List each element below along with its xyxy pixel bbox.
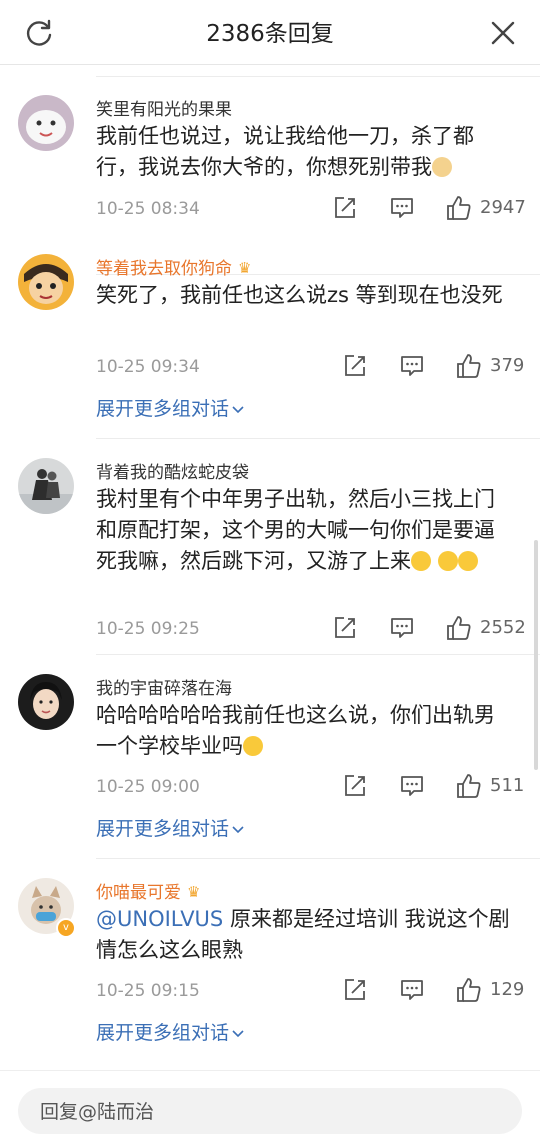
divider xyxy=(96,438,540,439)
close-icon[interactable] xyxy=(488,18,518,48)
comment-icon[interactable] xyxy=(399,773,425,801)
timestamp: 10-25 09:25 xyxy=(96,619,200,639)
reply-input[interactable] xyxy=(38,1088,502,1136)
crown-icon: ♛ xyxy=(238,259,252,277)
verified-badge-icon: v xyxy=(56,918,76,938)
mention-link[interactable]: @UNOILVUS xyxy=(96,907,223,931)
reply-bar xyxy=(0,1070,540,1145)
share-icon[interactable] xyxy=(342,773,368,801)
smirk-emoji-icon xyxy=(437,551,458,571)
reply-box[interactable] xyxy=(18,1088,522,1136)
like-icon[interactable] xyxy=(456,352,482,380)
share-icon[interactable] xyxy=(342,977,368,1005)
divider xyxy=(96,76,540,77)
username[interactable]: 笑里有阳光的果果 xyxy=(96,95,232,120)
smirk-emoji-icon xyxy=(411,551,431,571)
expand-more-link[interactable]: 展开更多组对话 xyxy=(96,814,245,841)
like-icon[interactable] xyxy=(446,614,472,642)
comment-text: 笑死了，我前任也这么说zs 等到现在也没死 xyxy=(96,283,503,307)
username[interactable]: 背着我的酷炫蛇皮袋 xyxy=(96,458,249,483)
header: 2386条回复 xyxy=(0,0,540,65)
expand-more-link[interactable]: 展开更多组对话 xyxy=(96,1018,245,1045)
like-count: 2552 xyxy=(480,617,526,638)
comment-text: 我前任也说过，说让我给他一刀，杀了都行，我说去你大爷的，你想死别带我 xyxy=(96,124,474,179)
smirk-emoji-icon xyxy=(457,551,478,571)
like-count: 129 xyxy=(490,979,525,1000)
like-icon[interactable] xyxy=(456,772,482,800)
avatar[interactable] xyxy=(18,254,74,310)
like-count: 379 xyxy=(490,355,525,376)
chevron-down-icon xyxy=(232,1030,244,1038)
timestamp: 10-25 09:00 xyxy=(96,777,200,797)
username[interactable]: 我的宇宙碎落在海 xyxy=(96,674,232,699)
divider xyxy=(96,858,540,859)
comment-text: 我村里有个中年男子出轨，然后小三找上门和原配打架，这个男的大喊一句你们是要逼死我… xyxy=(96,487,495,573)
like-icon[interactable] xyxy=(456,976,482,1004)
crown-icon: ♛ xyxy=(187,883,201,901)
username[interactable]: 等着我去取你狗命 ♛ xyxy=(96,254,251,279)
avatar[interactable] xyxy=(18,95,74,151)
share-icon[interactable] xyxy=(332,195,358,223)
comment-icon[interactable] xyxy=(389,615,415,643)
username[interactable]: 你喵最可爱 ♛ xyxy=(96,878,200,903)
chevron-down-icon xyxy=(232,826,244,834)
like-icon[interactable] xyxy=(446,194,472,222)
timestamp: 10-25 09:34 xyxy=(96,357,200,377)
page-title: 2386条回复 xyxy=(206,21,334,47)
timestamp: 10-25 09:15 xyxy=(96,981,200,1001)
like-count: 2947 xyxy=(480,197,526,218)
crying-emoji-icon xyxy=(243,736,263,756)
share-icon[interactable] xyxy=(332,615,358,643)
expand-more-link[interactable]: 展开更多组对话 xyxy=(96,394,245,421)
share-icon[interactable] xyxy=(342,353,368,381)
scrollbar[interactable] xyxy=(534,540,538,770)
like-count: 511 xyxy=(490,775,525,796)
comment-icon[interactable] xyxy=(399,977,425,1005)
divider xyxy=(96,654,540,655)
comment-icon[interactable] xyxy=(399,353,425,381)
doge-emoji-icon xyxy=(432,157,452,177)
avatar[interactable] xyxy=(18,674,74,730)
comment-text: @UNOILVUS 原来都是经过培训 我说这个剧情怎么这么眼熟 xyxy=(96,907,510,962)
comment-text: 哈哈哈哈哈哈我前任也这么说，你们出轨男一个学校毕业吗 xyxy=(96,703,495,758)
avatar[interactable] xyxy=(18,458,74,514)
comment-icon[interactable] xyxy=(389,195,415,223)
timestamp: 10-25 08:34 xyxy=(96,199,200,219)
chevron-down-icon xyxy=(232,406,244,414)
